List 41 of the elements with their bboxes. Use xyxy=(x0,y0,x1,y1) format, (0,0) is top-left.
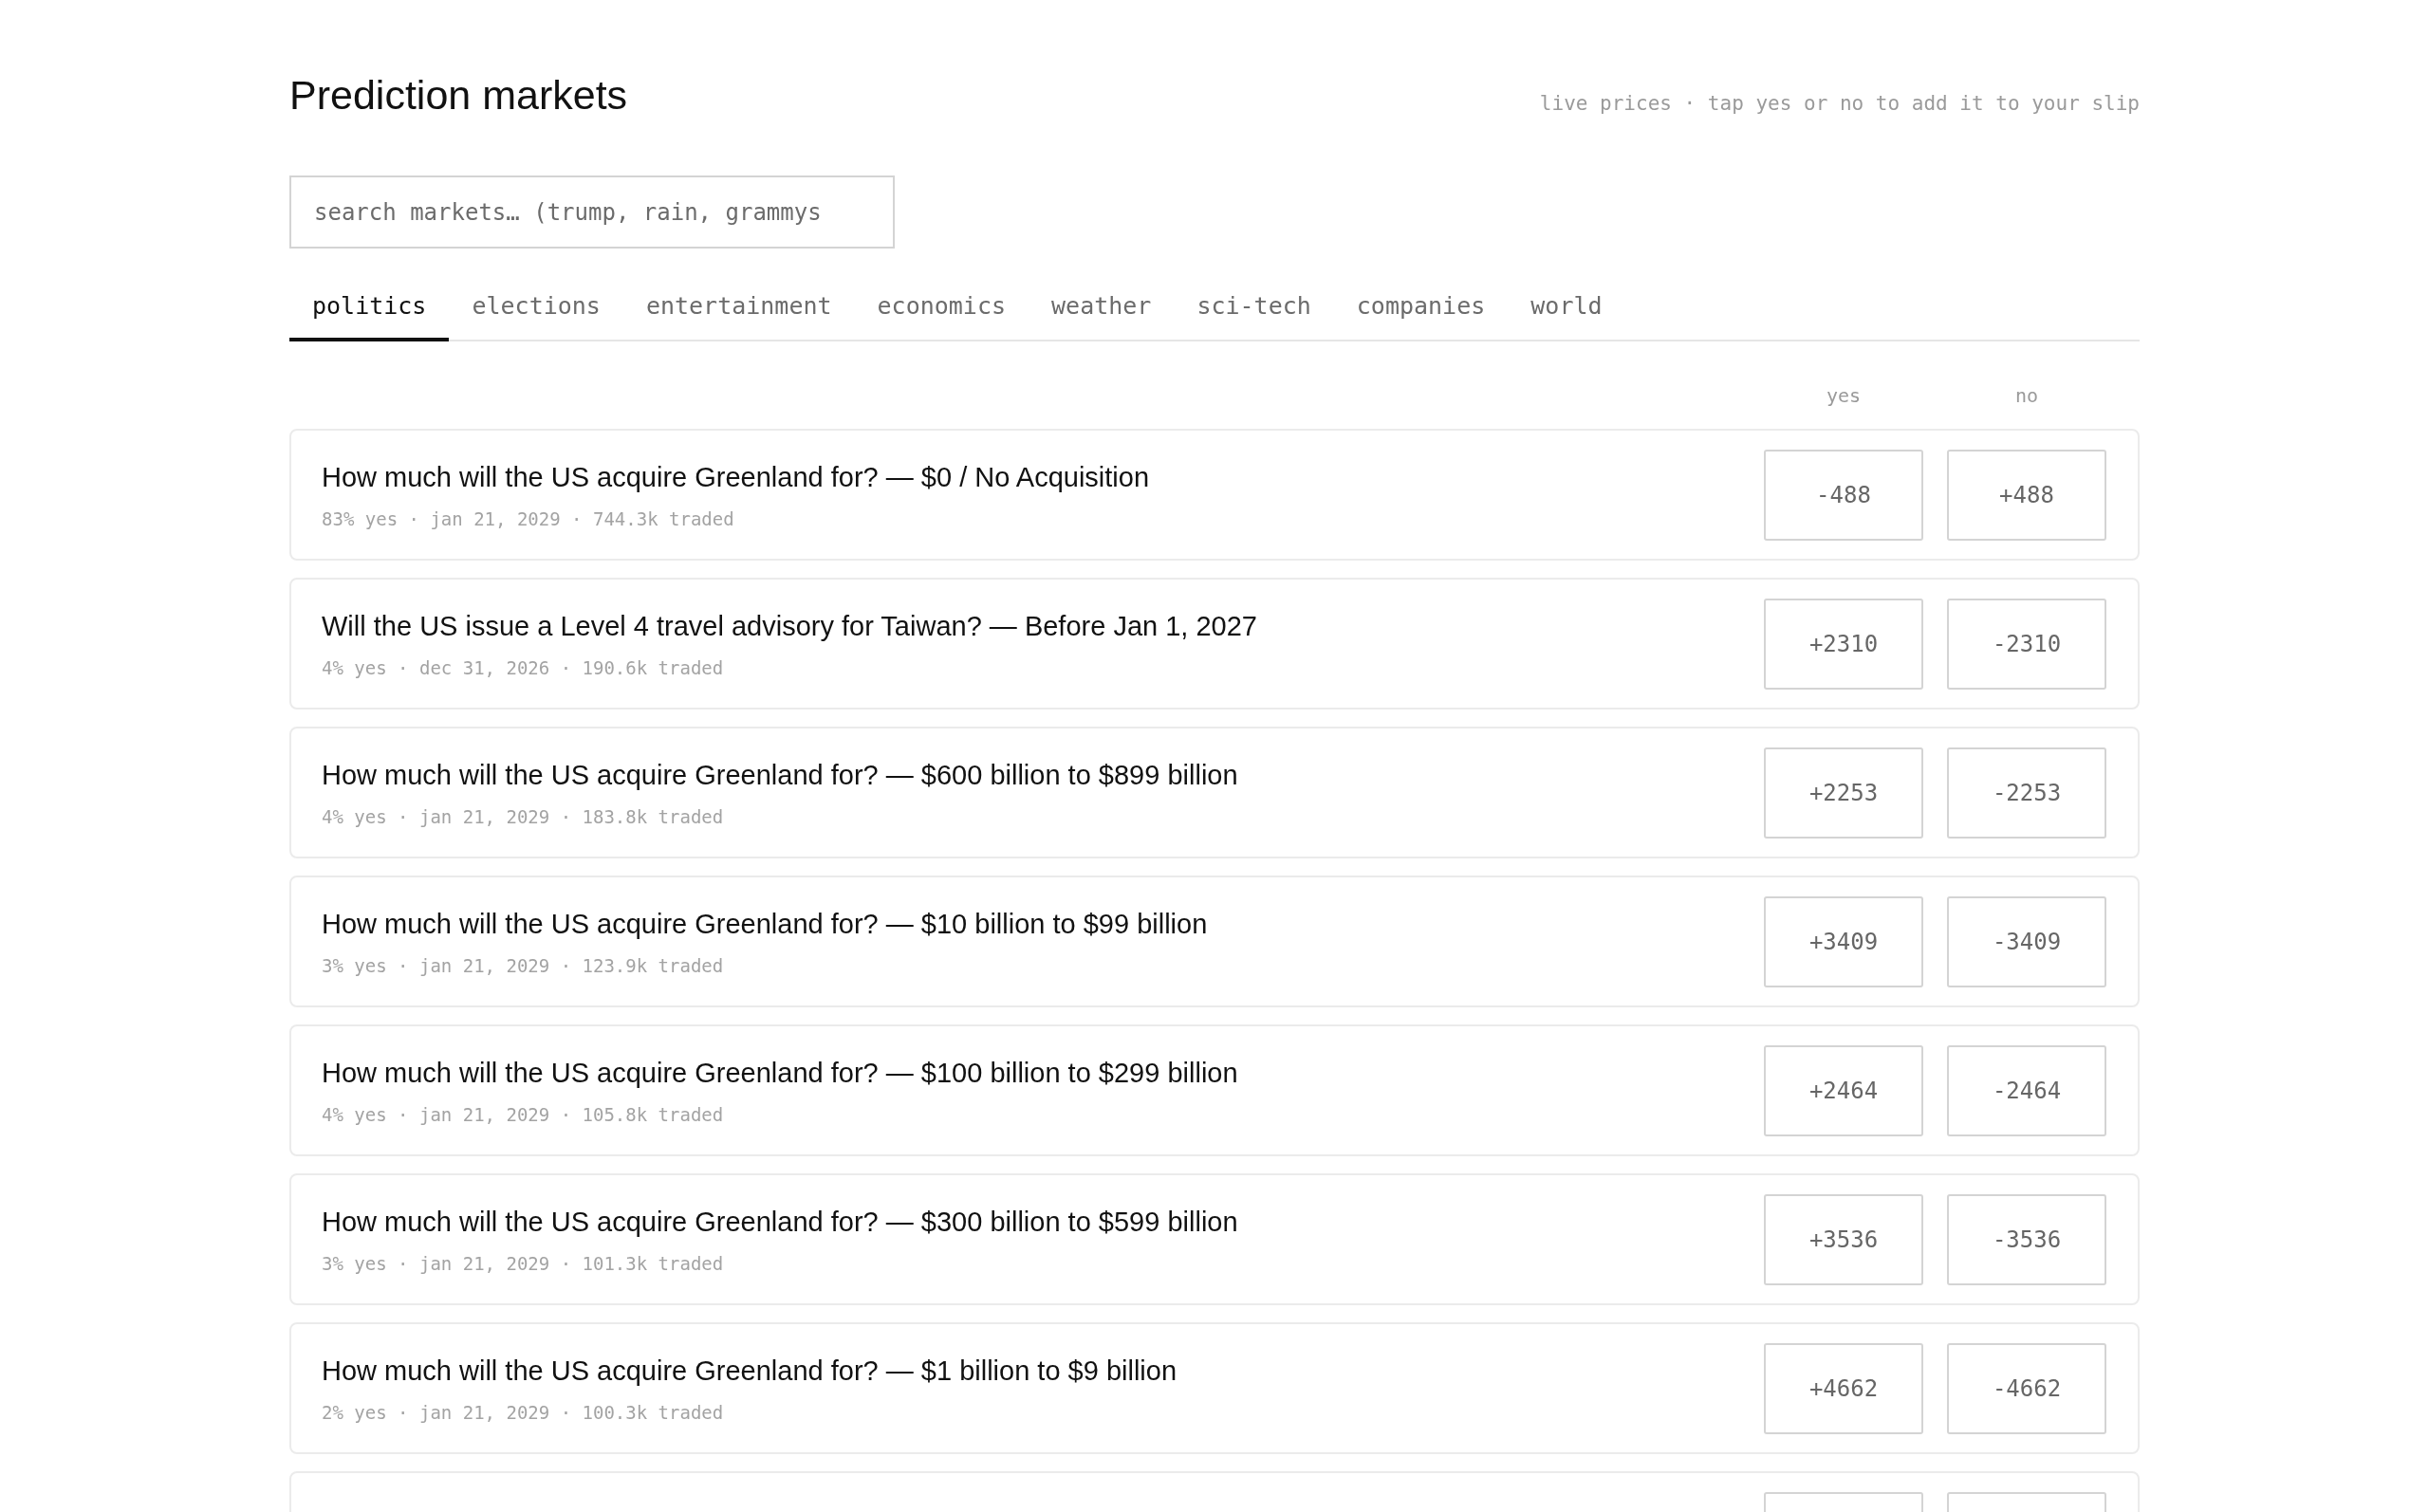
market-meta: 4% yes · dec 31, 2026 · 190.6k traded xyxy=(322,656,725,680)
category-tab[interactable]: sci-tech xyxy=(1174,275,1334,341)
market-title: Will the US issue a Level 4 travel advisory for Taiwan? — Before Jan 1, 2027 xyxy=(322,609,1258,643)
yes-price-button[interactable]: +3409 xyxy=(1764,895,1923,987)
market-title: How much will the US acquire Greenland for? — $10 billion to $99 billion xyxy=(322,907,1209,941)
yes-price-button[interactable]: -488 xyxy=(1764,449,1923,541)
category-tab[interactable]: entertainment xyxy=(622,275,855,341)
page-hint: live prices · tap yes or no to add it to your slip xyxy=(1539,91,2140,117)
no-price-button[interactable]: -2464 xyxy=(1947,1044,2106,1136)
market-meta: 3% yes · jan 21, 2029 · 123.9k traded xyxy=(322,954,725,978)
category-tab[interactable]: weather xyxy=(1029,275,1175,341)
no-price-button[interactable]: -3536 xyxy=(1947,1193,2106,1285)
market-title: How much will the US acquire Greenland for? — $0 / No Acquisition xyxy=(322,460,1151,494)
market-meta: 3% yes · jan 21, 2029 · 101.3k traded xyxy=(322,1252,725,1276)
search-field[interactable]: search markets… (trump, rain, grammys xyxy=(289,175,895,249)
market-title: How much will the US acquire Greenland for? — $1 billion to $9 billion xyxy=(322,1354,1178,1388)
yes-price-button[interactable]: +2464 xyxy=(1764,1044,1923,1136)
no-price-button[interactable]: +488 xyxy=(1947,449,2106,541)
category-tab[interactable]: elections xyxy=(449,275,623,341)
market-title: How much will the US acquire Greenland for? — $600 billion to $899 billion xyxy=(322,758,1239,792)
market-meta: 2% yes · jan 21, 2029 · 100.3k traded xyxy=(322,1401,725,1425)
column-header: no xyxy=(2013,383,2040,409)
no-price-button[interactable]: -3409 xyxy=(1947,895,2106,987)
market-title: How much will the US acquire Greenland for? — $100 billion to $299 billion xyxy=(322,1056,1239,1090)
category-tab[interactable]: economics xyxy=(854,275,1029,341)
no-price-button[interactable]: -2253 xyxy=(1947,747,2106,839)
yes-price-button[interactable]: +2253 xyxy=(1764,747,1923,839)
category-tab[interactable]: world xyxy=(1508,275,1625,341)
market-meta: 83% yes · jan 21, 2029 · 744.3k traded xyxy=(322,507,735,531)
yes-price-button[interactable]: +3536 xyxy=(1764,1193,1923,1285)
column-header: yes xyxy=(1825,383,1863,409)
no-price-button[interactable]: -2310 xyxy=(1947,598,2106,690)
market-meta: 4% yes · jan 21, 2029 · 105.8k traded xyxy=(322,1103,725,1127)
no-price-button[interactable]: -4662 xyxy=(1947,1342,2106,1434)
category-tab[interactable]: companies xyxy=(1333,275,1509,341)
market-title: How much will the US acquire Greenland for? — $300 billion to $599 billion xyxy=(322,1205,1239,1239)
yes-price-button[interactable]: +2310 xyxy=(1764,598,1923,690)
category-tab[interactable]: politics xyxy=(289,275,450,341)
market-meta: 4% yes · jan 21, 2029 · 183.8k traded xyxy=(322,805,725,829)
page-title: Prediction markets xyxy=(289,71,628,120)
yes-price-button[interactable]: +4662 xyxy=(1764,1342,1923,1434)
